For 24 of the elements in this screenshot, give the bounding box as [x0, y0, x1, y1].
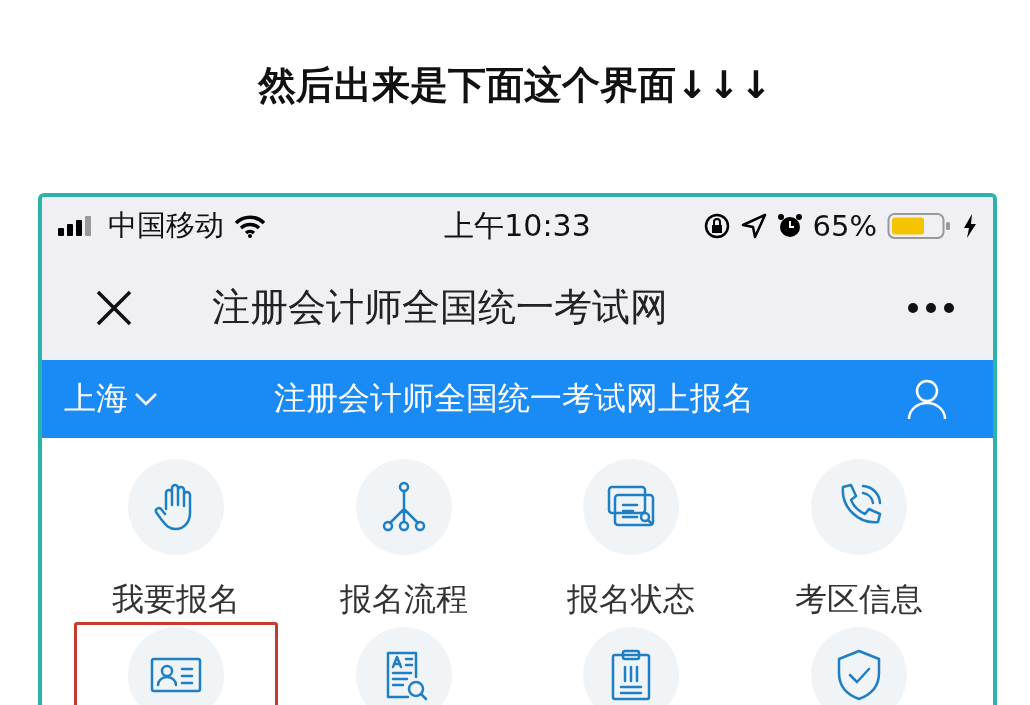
- chevron-down-icon: [134, 392, 158, 406]
- menu-item[interactable]: 考区信息: [757, 454, 961, 622]
- menu-item[interactable]: 报名流程: [301, 454, 506, 622]
- alarm-clock-icon: [776, 213, 803, 239]
- menu-item-label: 考区信息: [795, 579, 924, 619]
- page-title: 注册会计师全国统一考试网: [211, 284, 669, 331]
- menu-item[interactable]: 我要报名: [74, 454, 278, 622]
- caption-text: 然后出来是下面这个界面↓↓↓: [256, 62, 773, 109]
- status-time: 上午10:33: [444, 206, 591, 245]
- header-title: 注册会计师全国统一考试网上报名: [273, 378, 755, 419]
- battery-icon: [887, 212, 953, 240]
- wifi-icon: [234, 214, 266, 238]
- menu-item[interactable]: [74, 622, 278, 705]
- menu-item-label: 我要报名: [111, 579, 240, 619]
- menu-item[interactable]: 报名状态: [529, 454, 734, 622]
- more-icon[interactable]: [907, 301, 955, 314]
- battery-percent: 65%: [812, 209, 877, 243]
- menu-item-label: 报名流程: [339, 579, 468, 619]
- menu-item-label: 报名状态: [567, 579, 696, 619]
- carrier-name: 中国移动: [108, 207, 224, 244]
- rotation-lock-icon: [702, 212, 731, 240]
- location-arrow-icon: [740, 213, 767, 239]
- user-icon[interactable]: [905, 377, 949, 421]
- charging-bolt-icon: [963, 214, 977, 238]
